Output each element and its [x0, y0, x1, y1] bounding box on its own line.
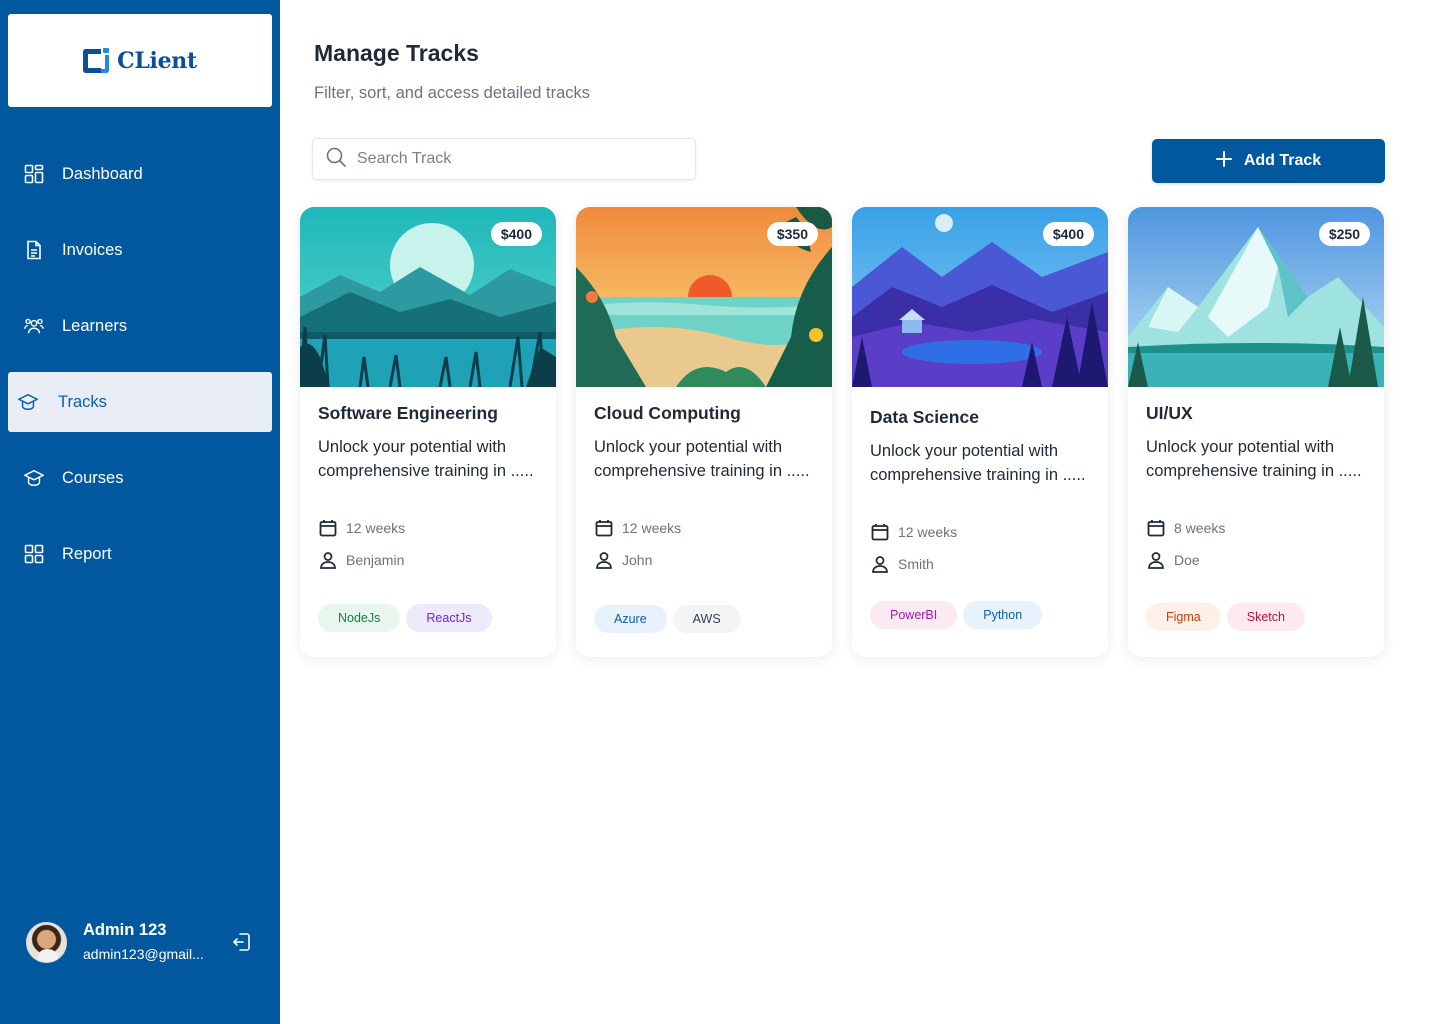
user-icon — [318, 550, 338, 570]
tag[interactable]: NodeJs — [318, 604, 401, 632]
tag[interactable]: Azure — [594, 605, 667, 633]
user-icon — [594, 550, 614, 570]
track-description: Unlock your potential with comprehensive… — [870, 442, 1086, 484]
price-badge: $350 — [766, 222, 818, 246]
track-title: Software Engineering — [318, 403, 498, 423]
calendar-icon — [870, 522, 890, 542]
logo-mark-icon — [83, 47, 113, 75]
duration-text: 12 weeks — [898, 524, 958, 540]
calendar-icon — [318, 518, 338, 538]
sidebar: CLient Dashboard Invoices Learners Track… — [0, 0, 280, 1024]
user-icon — [1146, 550, 1166, 570]
sidebar-item-invoices[interactable]: Invoices — [8, 220, 272, 280]
sidebar-item-tracks[interactable]: Tracks — [8, 372, 272, 432]
calendar-icon — [1146, 518, 1166, 538]
instructor-text: Doe — [1174, 552, 1200, 568]
user-email: admin123@gmail... — [83, 946, 204, 962]
tag[interactable]: ReactJs — [406, 604, 492, 632]
logo[interactable]: CLient — [8, 14, 272, 107]
tag[interactable]: PowerBI — [870, 601, 958, 629]
track-image-lake: $400 — [300, 207, 556, 387]
search-box[interactable] — [312, 138, 696, 180]
add-track-button[interactable]: Add Track — [1152, 139, 1385, 183]
track-image-snow-mountain: $250 — [1128, 207, 1384, 387]
instructor-text: John — [622, 552, 653, 568]
duration-text: 12 weeks — [622, 520, 682, 536]
sidebar-item-label: Invoices — [62, 240, 123, 259]
tag-list: PowerBI Python — [870, 601, 1043, 629]
track-image-sunset-beach: $350 — [576, 207, 832, 387]
avatar[interactable] — [26, 922, 67, 963]
page-subtitle: Filter, sort, and access detailed tracks — [314, 84, 591, 102]
graduation-cap-icon — [18, 392, 38, 412]
duration-text: 8 weeks — [1174, 520, 1226, 536]
plus-icon — [1215, 150, 1232, 172]
logo-text: CLient — [117, 47, 197, 74]
track-card[interactable]: $350 Cloud Computing Unlock your potenti… — [576, 207, 832, 657]
track-title: Data Science — [870, 407, 979, 427]
price-badge: $400 — [490, 222, 542, 246]
tag[interactable]: Figma — [1146, 603, 1221, 631]
sidebar-item-report[interactable]: Report — [8, 524, 272, 584]
track-card[interactable]: $250 UI/UX Unlock your potential with co… — [1128, 207, 1384, 657]
sidebar-item-dashboard[interactable]: Dashboard — [8, 144, 272, 204]
tag[interactable]: AWS — [672, 605, 741, 633]
user-profile: Admin 123 admin123@gmail... — [26, 920, 266, 964]
sidebar-item-label: Report — [62, 544, 112, 563]
track-card[interactable]: $400 Software Engineering Unlock your po… — [300, 207, 556, 657]
track-description: Unlock your potential with comprehensive… — [1146, 438, 1362, 480]
calendar-icon — [594, 518, 614, 538]
search-icon — [325, 146, 347, 173]
track-title: UI/UX — [1146, 403, 1193, 423]
track-description: Unlock your potential with comprehensive… — [594, 438, 810, 480]
price-badge: $250 — [1318, 222, 1370, 246]
track-card[interactable]: $400 Data Science Unlock your potential … — [852, 207, 1108, 657]
grid-icon — [24, 164, 44, 184]
instructor-text: Smith — [898, 556, 934, 572]
track-duration: 8 weeks — [1146, 518, 1225, 538]
user-icon — [870, 554, 890, 574]
track-instructor: Doe — [1146, 550, 1200, 570]
tag-list: NodeJs ReactJs — [318, 604, 492, 632]
tag-list: Figma Sketch — [1146, 603, 1305, 631]
document-icon — [24, 240, 44, 260]
tag[interactable]: Sketch — [1226, 603, 1305, 631]
track-duration: 12 weeks — [594, 518, 681, 538]
sidebar-item-label: Dashboard — [62, 164, 143, 183]
user-name: Admin 123 — [83, 921, 167, 939]
track-instructor: John — [594, 550, 652, 570]
track-instructor: Benjamin — [318, 550, 404, 570]
tag[interactable]: Python — [963, 601, 1043, 629]
track-image-mountains-night: $400 — [852, 207, 1108, 387]
page-title: Manage Tracks — [314, 40, 479, 66]
track-duration: 12 weeks — [870, 522, 957, 542]
sidebar-item-label: Courses — [62, 468, 124, 487]
tag-list: Azure AWS — [594, 605, 741, 633]
sidebar-item-courses[interactable]: Courses — [8, 448, 272, 508]
duration-text: 12 weeks — [346, 520, 406, 536]
graduation-cap-icon — [24, 468, 44, 488]
users-icon — [24, 316, 44, 336]
search-input[interactable] — [357, 150, 677, 168]
track-description: Unlock your potential with comprehensive… — [318, 438, 534, 480]
track-title: Cloud Computing — [594, 403, 741, 423]
track-instructor: Smith — [870, 554, 934, 574]
instructor-text: Benjamin — [346, 552, 405, 568]
track-duration: 12 weeks — [318, 518, 405, 538]
price-badge: $400 — [1042, 222, 1094, 246]
grid-icon — [24, 544, 44, 564]
sidebar-item-learners[interactable]: Learners — [8, 296, 272, 356]
logout-icon[interactable] — [230, 930, 254, 954]
sidebar-item-label: Learners — [62, 316, 128, 335]
sidebar-item-label: Tracks — [58, 392, 107, 411]
add-track-label: Add Track — [1243, 152, 1322, 169]
